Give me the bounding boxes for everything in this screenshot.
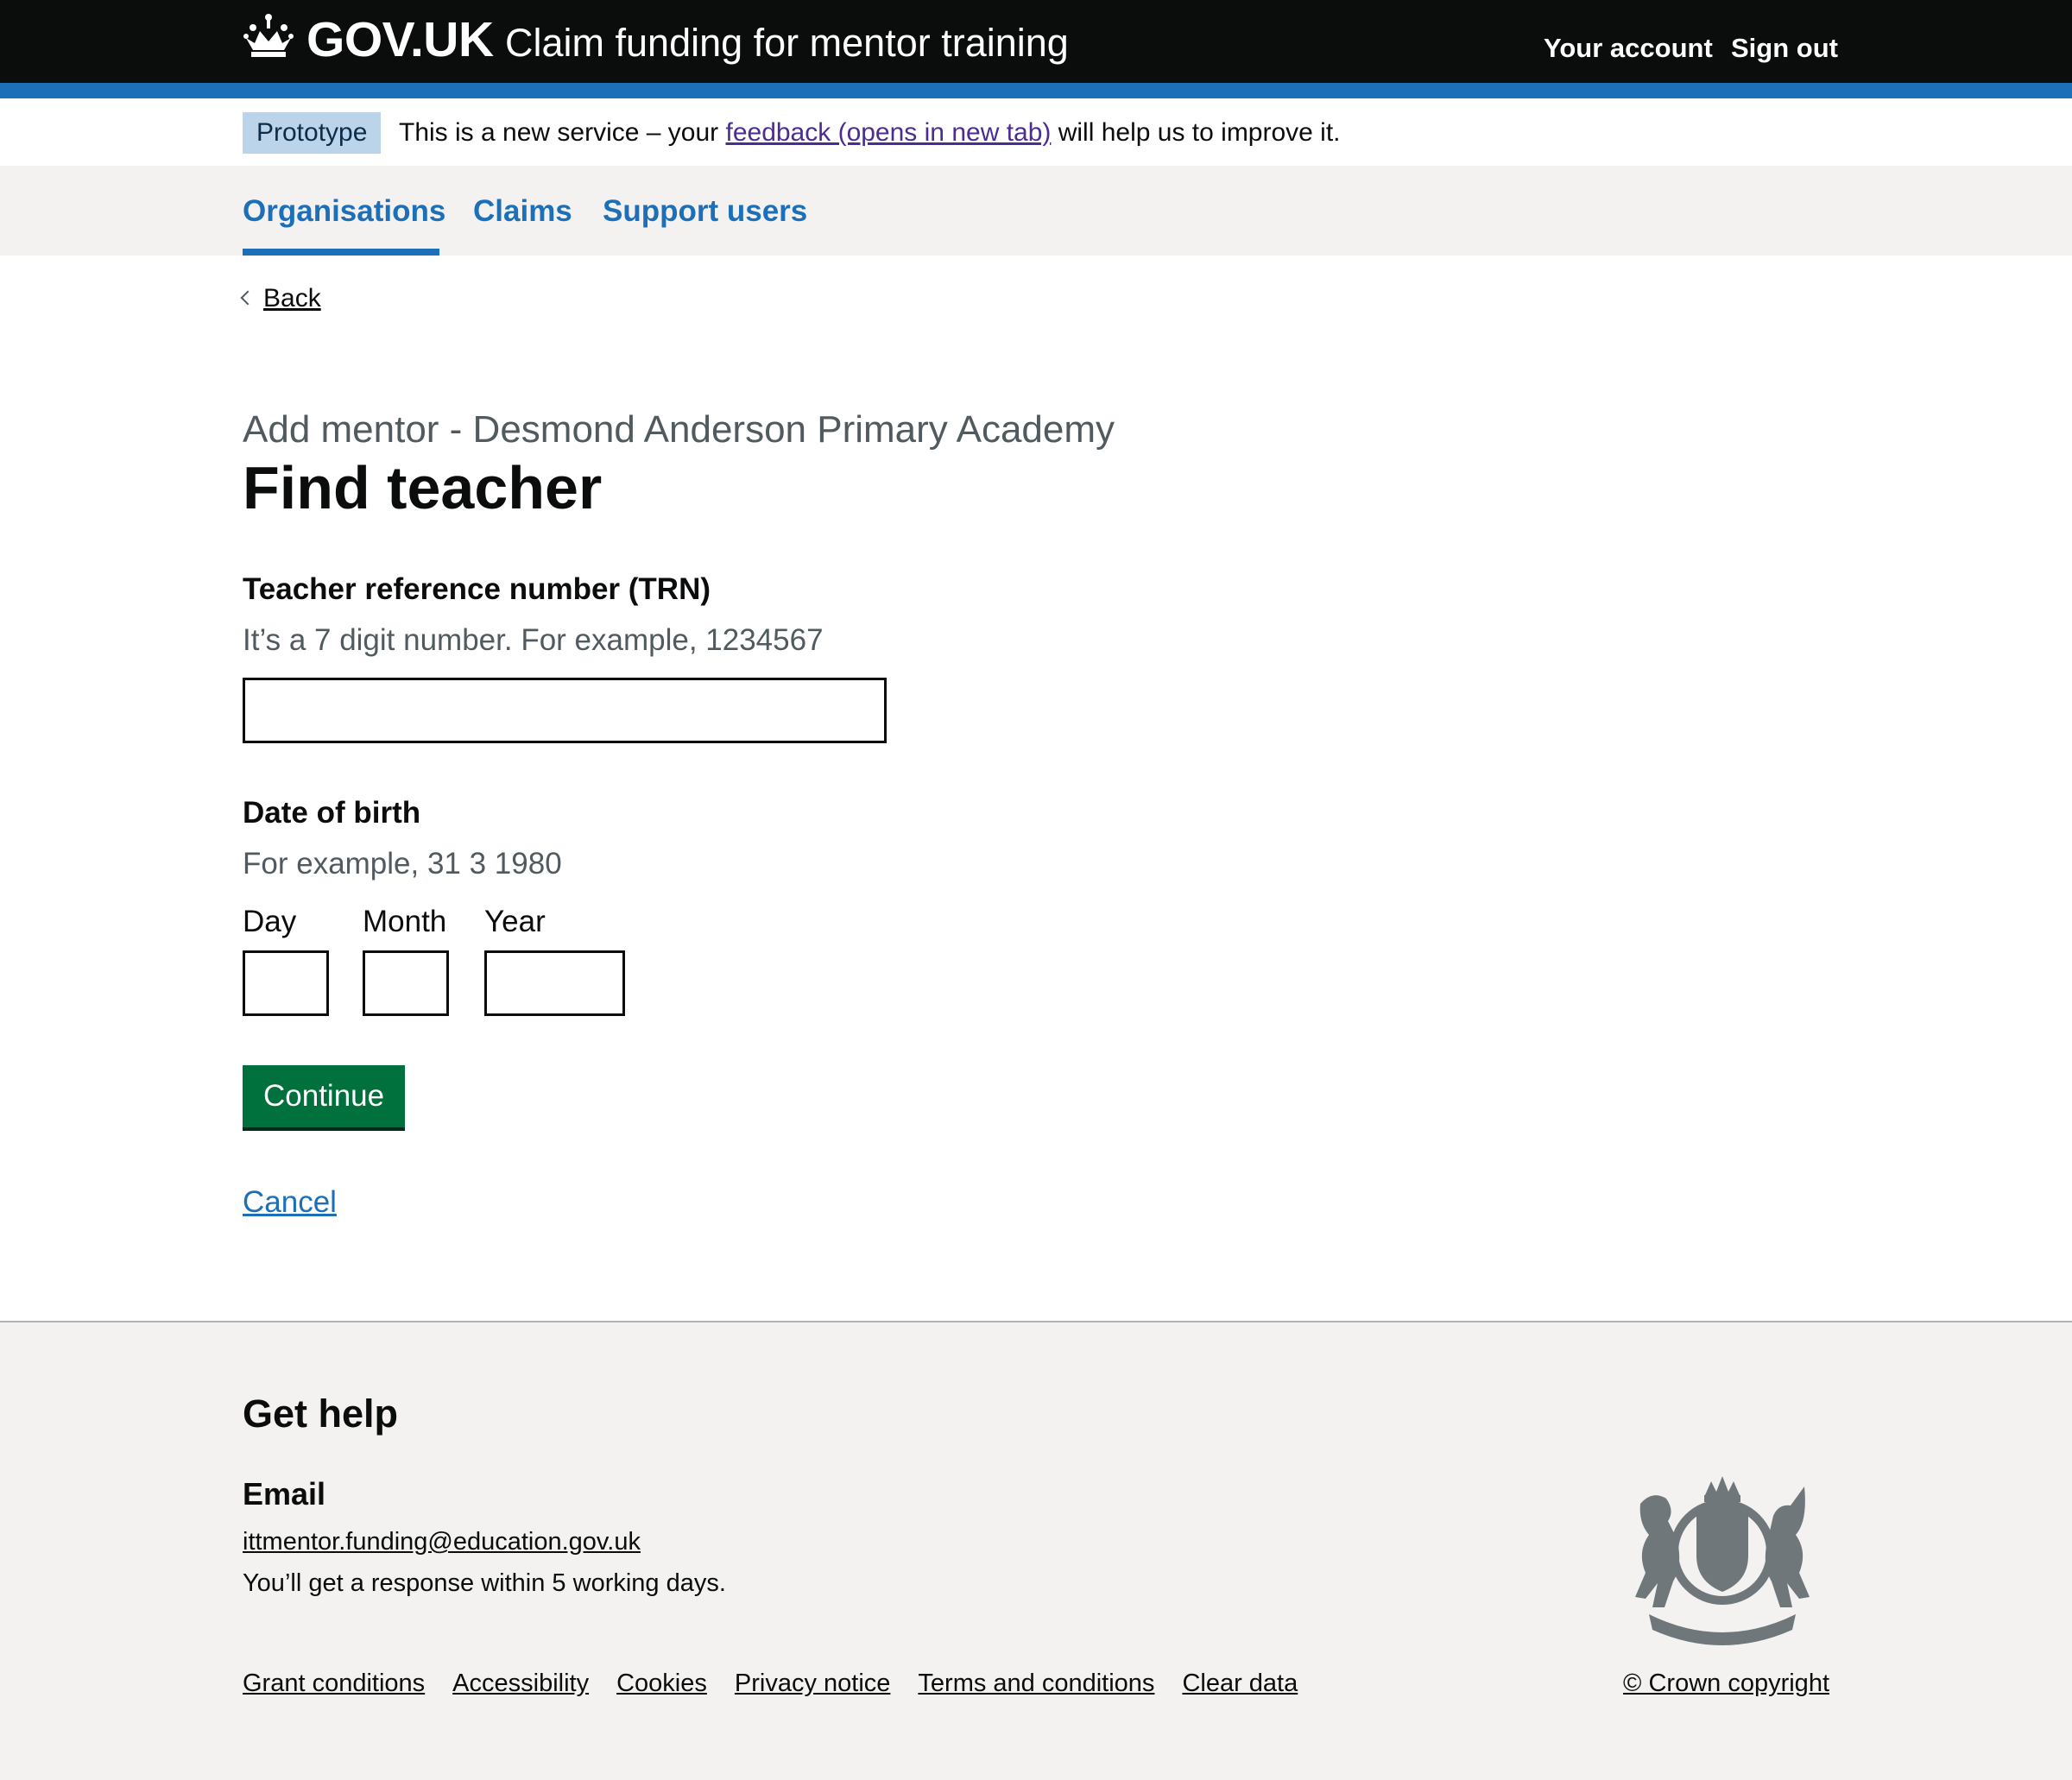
phase-banner: Prototype This is a new service – your f… bbox=[0, 98, 2072, 166]
trn-label: Teacher reference number (TRN) bbox=[243, 572, 711, 606]
continue-button[interactable]: Continue bbox=[243, 1065, 406, 1127]
feedback-link[interactable]: feedback (opens in new tab) bbox=[725, 118, 1051, 147]
dob-year-label: Year bbox=[484, 905, 546, 938]
footer-link-cookies[interactable]: Cookies bbox=[616, 1670, 707, 1697]
crown-copyright-link[interactable]: © Crown copyright bbox=[1623, 1666, 1829, 1701]
royal-coat-of-arms-icon bbox=[1635, 1476, 1810, 1645]
footer-link-grant-conditions[interactable]: Grant conditions bbox=[243, 1670, 425, 1697]
nav-item-organisations[interactable]: Organisations bbox=[243, 192, 445, 231]
footer-response-text: You’ll get a response within 5 working d… bbox=[243, 1569, 726, 1597]
phase-tag: Prototype bbox=[243, 112, 382, 154]
phase-text-after: will help us to improve it. bbox=[1051, 118, 1341, 147]
back-link[interactable]: Back bbox=[263, 284, 321, 312]
trn-input[interactable] bbox=[243, 678, 887, 743]
page-title: Find teacher bbox=[243, 454, 603, 521]
your-account-link[interactable]: Your account bbox=[1544, 31, 1713, 66]
trn-hint: It’s a 7 digit number. For example, 1234… bbox=[243, 623, 824, 657]
dob-hint: For example, 31 3 1980 bbox=[243, 847, 562, 881]
dob-month-input[interactable] bbox=[363, 950, 449, 1016]
dob-month-label: Month bbox=[363, 905, 447, 938]
nav-item-claims[interactable]: Claims bbox=[473, 192, 572, 231]
page-caption: Add mentor - Desmond Anderson Primary Ac… bbox=[243, 408, 1115, 451]
header-accent-bar bbox=[0, 83, 2072, 98]
footer-email-heading: Email bbox=[243, 1476, 326, 1512]
footer-link-clear-data[interactable]: Clear data bbox=[1182, 1670, 1298, 1697]
site-footer: Get help Email ittmentor.funding@educati… bbox=[0, 1321, 2072, 1780]
crown-icon bbox=[243, 14, 294, 57]
dob-legend: Date of birth bbox=[243, 796, 421, 830]
site-header: GOV.UK Claim funding for mentor training… bbox=[0, 0, 2072, 83]
footer-link-accessibility[interactable]: Accessibility bbox=[452, 1670, 589, 1697]
nav-item-support-users[interactable]: Support users bbox=[603, 192, 807, 231]
dob-day-label: Day bbox=[243, 905, 297, 938]
phase-text-before: This is a new service – your bbox=[399, 118, 726, 147]
back-link-container: Back bbox=[240, 281, 321, 316]
phase-text: This is a new service – your feedback (o… bbox=[399, 116, 1341, 150]
dob-year-input[interactable] bbox=[484, 950, 625, 1016]
footer-links: Grant conditions Accessibility Cookies Priv… bbox=[243, 1666, 1325, 1701]
footer-link-terms[interactable]: Terms and conditions bbox=[918, 1670, 1154, 1697]
service-name[interactable]: Claim funding for mentor training bbox=[505, 19, 1069, 67]
footer-heading: Get help bbox=[243, 1392, 399, 1436]
sign-out-link[interactable]: Sign out bbox=[1731, 31, 1838, 66]
dob-day-input[interactable] bbox=[243, 950, 329, 1016]
footer-link-privacy-notice[interactable]: Privacy notice bbox=[735, 1670, 891, 1697]
chevron-left-icon bbox=[240, 290, 256, 306]
footer-email-link[interactable]: ittmentor.funding@education.gov.uk bbox=[243, 1524, 641, 1559]
cancel-link[interactable]: Cancel bbox=[243, 1183, 337, 1222]
govuk-logo[interactable]: GOV.UK bbox=[306, 12, 494, 67]
primary-navigation: Organisations Claims Support users bbox=[0, 166, 2072, 256]
nav-active-indicator bbox=[243, 249, 439, 256]
